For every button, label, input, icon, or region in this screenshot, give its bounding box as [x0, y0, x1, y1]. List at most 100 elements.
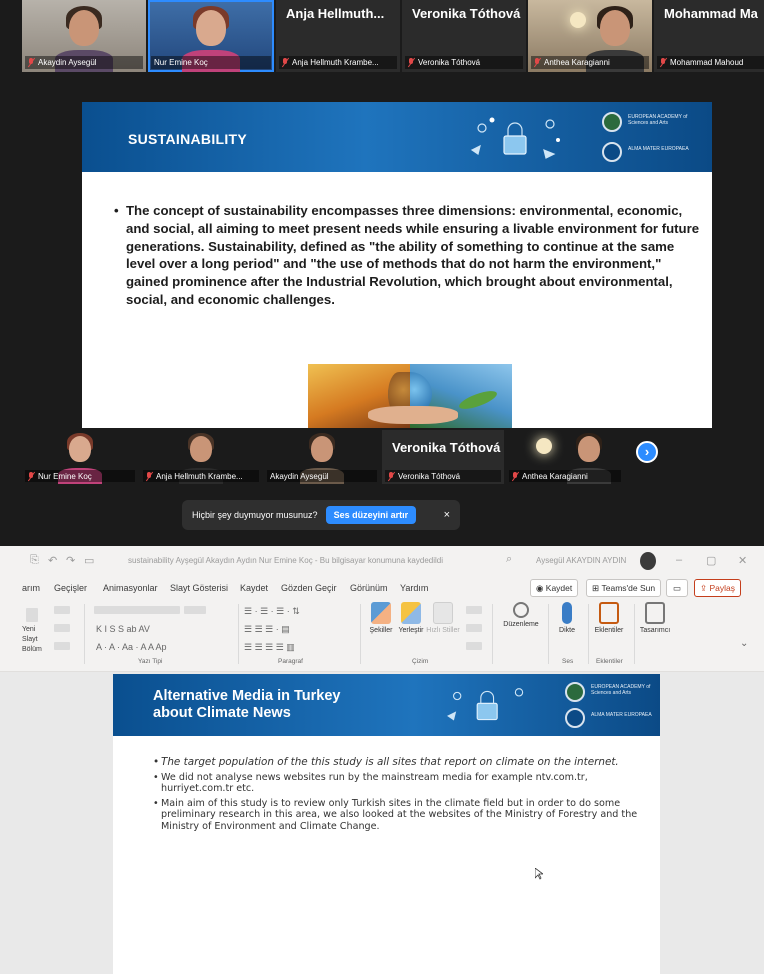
align-icons[interactable]: ☰ ☰ ☰ ☰ ▥: [244, 642, 295, 653]
participant-face: [69, 10, 99, 46]
section-icon[interactable]: [54, 642, 70, 650]
tab-record[interactable]: Kaydet: [240, 583, 268, 593]
gallery-strip-top: Akaydin Aysegül Nur Emine Koç Anja Hellm…: [22, 0, 764, 72]
chevron-right-icon[interactable]: ›: [636, 441, 658, 463]
share-button[interactable]: ⇪ Paylaş: [694, 579, 741, 597]
shared-slide: SUSTAINABILITY EUROPEAN ACADEMY of Scien…: [82, 102, 712, 428]
participant-tile[interactable]: Veronika Tóthová Veronika Tóthová: [402, 0, 526, 72]
audio-prompt-text: Hiçbir şey duymuyor musunuz?: [192, 510, 318, 520]
participant-face: [599, 10, 630, 46]
shape-fill-icon[interactable]: [466, 606, 482, 614]
slide-title[interactable]: Alternative Media in Turkey about Climat…: [153, 688, 340, 722]
slide-banner: Alternative Media in Turkey about Climat…: [113, 674, 660, 736]
participant-tile[interactable]: Veronika Tóthová Veronika Tóthová: [382, 430, 504, 484]
security-illustration-icon: [447, 688, 524, 721]
participant-tile[interactable]: Mohammad Ma Mohammad Mahoud: [654, 0, 764, 72]
participant-face: [311, 436, 333, 462]
mic-muted-icon: [388, 471, 395, 481]
group-add-ins-label: Eklentiler: [596, 658, 623, 665]
mic-muted-icon: [146, 471, 153, 481]
avatar[interactable]: [640, 552, 656, 570]
participant-tile[interactable]: Anthea Karagianni: [506, 430, 624, 484]
editing-slide[interactable]: Alternative Media in Turkey about Climat…: [113, 674, 660, 974]
redo-icon[interactable]: ↷: [66, 554, 75, 567]
mic-muted-icon: [408, 58, 415, 67]
lamp-light: [536, 438, 552, 454]
save-icon[interactable]: ⎘: [30, 554, 39, 567]
lamp-light: [570, 12, 586, 28]
ribbon: Yeni Slayt Bölüm K I S S ab AV A · A · A…: [0, 600, 764, 672]
maximize-icon[interactable]: ▢: [706, 554, 716, 567]
security-illustration-icon: [470, 117, 560, 159]
participant-tile[interactable]: Akaydin Aysegül: [22, 0, 146, 72]
comments-icon[interactable]: ▭: [666, 579, 688, 597]
shape-outline-icon[interactable]: [466, 624, 482, 632]
tab-draw[interactable]: arım: [22, 583, 40, 593]
font-size-select[interactable]: [184, 606, 206, 614]
participant-name: Veronika Tóthová: [392, 440, 501, 455]
audio-prompt-toast: Hiçbir şey duymuyor musunuz? Ses düzeyin…: [182, 500, 460, 530]
font-format-icons[interactable]: K I S S ab AV: [96, 624, 150, 634]
new-slide-icon[interactable]: [26, 608, 38, 622]
participant-label: Nur Emine Koç: [151, 56, 271, 69]
close-icon[interactable]: ×: [444, 509, 450, 521]
participant-tile[interactable]: Anja Hellmuth... Anja Hellmuth Krambe...: [276, 0, 400, 72]
group-paragraph-label: Paragraf: [278, 658, 303, 665]
participant-face: [577, 436, 600, 462]
layout-icon[interactable]: [54, 606, 70, 614]
participant-tile[interactable]: Anthea Karagianni: [528, 0, 652, 72]
document-title: sustainability Ayşegül Akaydın Aydın Nur…: [128, 556, 443, 565]
shape-effects-icon[interactable]: [466, 642, 482, 650]
participant-tile[interactable]: Akaydin Aysegül: [264, 430, 380, 484]
designer-icon: [645, 602, 665, 624]
quick-styles-icon: [433, 602, 453, 624]
reset-icon[interactable]: [54, 624, 70, 632]
zoom-meeting-window: Akaydin Aysegül Nur Emine Koç Anja Hellm…: [0, 0, 764, 430]
undo-icon[interactable]: ↶: [48, 554, 57, 567]
add-ins-button[interactable]: Eklentiler: [584, 602, 634, 634]
participant-tile[interactable]: Nur Emine Koç: [22, 430, 138, 484]
list-item: We did not analyse news websites run by …: [153, 772, 643, 795]
designer-button[interactable]: Tasarımcı: [630, 602, 680, 634]
close-window-icon[interactable]: ✕: [738, 554, 747, 567]
editing-button[interactable]: Düzenleme: [496, 602, 546, 628]
slide-banner: SUSTAINABILITY EUROPEAN ACADEMY of Scien…: [82, 102, 712, 172]
tab-view[interactable]: Görünüm: [350, 583, 388, 593]
alma-mater-logo-icon: [565, 708, 585, 728]
screen-share-area: SUSTAINABILITY EUROPEAN ACADEMY of Scien…: [22, 72, 764, 428]
participant-label: Anja Hellmuth Krambe...: [143, 470, 259, 482]
present-icon[interactable]: ▭: [84, 554, 94, 567]
minimize-icon[interactable]: –: [676, 554, 682, 566]
alma-mater-logo-text: ALMA MATER EUROPAEA: [591, 712, 652, 718]
tab-animations[interactable]: Animasyonlar: [103, 583, 158, 593]
slide-bullet-list[interactable]: The target population of the this study …: [153, 756, 643, 835]
slide-label: Slayt: [22, 636, 38, 643]
academy-logo-text: EUROPEAN ACADEMY of Sciences and Arts: [591, 684, 651, 696]
increase-volume-button[interactable]: Ses düzeyini artır: [325, 506, 417, 524]
tab-transitions[interactable]: Geçişler: [54, 583, 87, 593]
tab-review[interactable]: Gözden Geçir: [281, 583, 337, 593]
slide-canvas: Alternative Media in Turkey about Climat…: [0, 672, 764, 974]
participant-label: Akaydin Aysegül: [267, 470, 377, 482]
quick-styles-button[interactable]: Hızlı Stiller: [418, 602, 468, 634]
user-name: Aysegül AKAYDIN AYDIN: [536, 556, 627, 565]
tab-slideshow[interactable]: Slayt Gösterisi: [170, 583, 228, 593]
participant-label: Nur Emine Koç: [25, 470, 135, 482]
indent-icons[interactable]: ☰ ☰ ☰ · ▤: [244, 624, 290, 635]
font-color-icons[interactable]: A · A · Aa · A A Ap: [96, 642, 167, 652]
powerpoint-window: ⎘ ↶ ↷ ▭ sustainability Ayşegül Akaydın A…: [0, 546, 764, 974]
record-button[interactable]: ◉ Kaydet: [530, 579, 579, 597]
mic-muted-icon: [534, 58, 541, 67]
list-item: Main aim of this study is to review only…: [153, 798, 643, 833]
participant-tile-active-speaker[interactable]: Nur Emine Koç: [148, 0, 274, 72]
participant-tile[interactable]: Anja Hellmuth Krambe...: [140, 430, 262, 484]
collapse-ribbon-icon[interactable]: ⌄: [740, 638, 748, 649]
participant-name: Mohammad Ma: [664, 6, 758, 21]
font-family-select[interactable]: [94, 606, 180, 614]
present-in-teams-button[interactable]: ⊞ Teams'de Sun: [586, 579, 662, 597]
participant-label: Veronika Tóthová: [405, 56, 523, 69]
list-icons[interactable]: ☰ · ☰ · ☰ · ⇅: [244, 606, 300, 617]
bullet-marker: •: [114, 203, 119, 218]
tab-help[interactable]: Yardım: [400, 583, 428, 593]
search-icon[interactable]: ⌕: [506, 553, 512, 566]
